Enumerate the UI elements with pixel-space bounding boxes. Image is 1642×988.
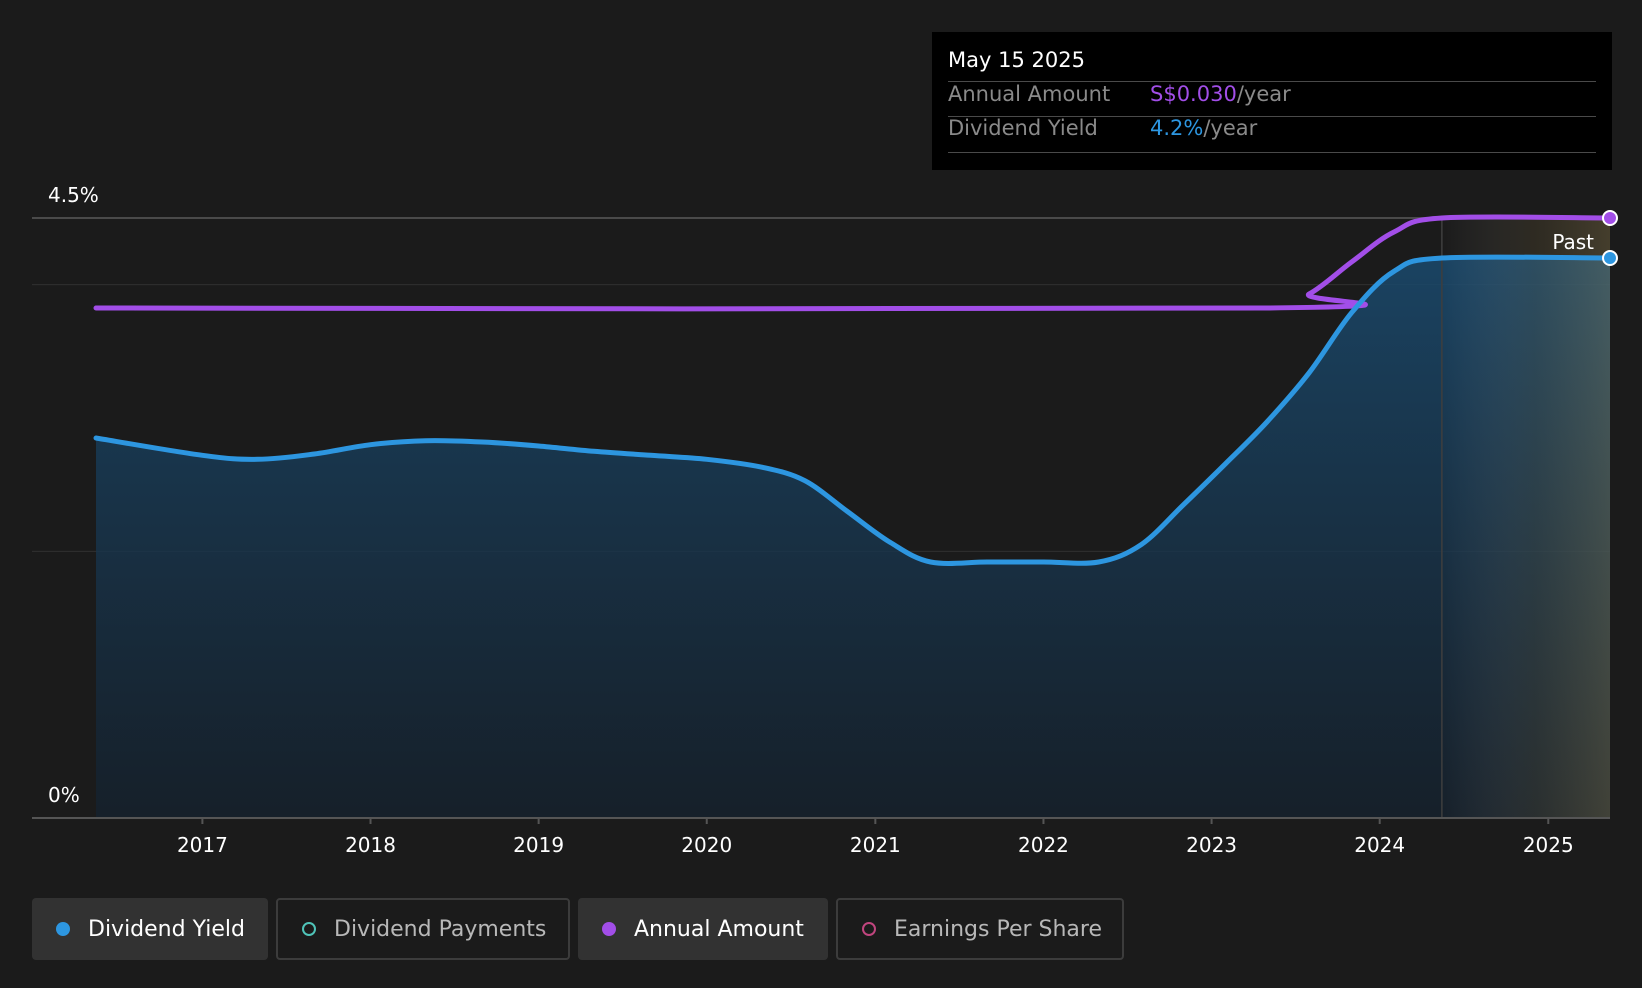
past-region-shade	[1441, 218, 1610, 818]
tooltip-date: May 15 2025	[948, 48, 1085, 72]
past-region: Past	[1441, 218, 1610, 818]
y-tick-label: 0%	[48, 783, 80, 807]
tooltip-value: 4.2%	[1150, 116, 1204, 140]
tooltip-row-dividend-yield: Dividend Yield 4.2%/year	[948, 116, 1596, 140]
dividend-yield-end-point	[1602, 250, 1618, 266]
tooltip-unit: /year	[1236, 82, 1291, 106]
x-tick-label: 2018	[345, 833, 396, 857]
legend-label: Earnings Per Share	[894, 916, 1103, 942]
legend-dot-icon	[302, 922, 316, 936]
dividend-yield-area	[96, 257, 1610, 818]
legend-dot-icon	[56, 922, 70, 936]
x-tick-label: 2017	[177, 833, 228, 857]
past-label: Past	[1552, 230, 1594, 254]
legend-earnings-per-share-button[interactable]: Earnings Per Share	[836, 898, 1124, 960]
tooltip-row-annual-amount: Annual Amount S$0.030/year	[948, 82, 1596, 106]
x-tick-label: 2020	[681, 833, 732, 857]
legend-label: Dividend Yield	[88, 916, 245, 942]
x-tick-label: 2022	[1018, 833, 1069, 857]
y-axis-labels: 4.5% 0%	[48, 183, 99, 807]
x-axis: 2017 2018 2019 2020 2021 2022 2023 2024 2025	[32, 817, 1610, 857]
legend-dividend-yield-button[interactable]: Dividend Yield	[32, 898, 268, 960]
yield-area	[96, 257, 1610, 818]
annual-amount-end-point	[1602, 210, 1618, 226]
legend-dot-icon	[862, 922, 876, 936]
tooltip-divider	[948, 152, 1596, 153]
legend-annual-amount-button[interactable]: Annual Amount	[578, 898, 828, 960]
x-tick-label: 2024	[1354, 833, 1405, 857]
x-tick-label: 2023	[1186, 833, 1237, 857]
tooltip-value: S$0.030	[1150, 82, 1237, 106]
tooltip-label: Annual Amount	[948, 82, 1111, 106]
legend-dividend-payments-button[interactable]: Dividend Payments	[276, 898, 570, 960]
x-tick-label: 2021	[850, 833, 901, 857]
legend-label: Annual Amount	[634, 916, 804, 942]
tooltip-unit: /year	[1203, 116, 1258, 140]
tooltip: May 15 2025 Annual Amount S$0.030/year Di…	[932, 32, 1612, 170]
y-tick-label: 4.5%	[48, 183, 99, 207]
legend-label: Dividend Payments	[334, 916, 547, 942]
legend-dot-icon	[602, 922, 616, 936]
x-tick-label: 2019	[513, 833, 564, 857]
x-tick-label: 2025	[1523, 833, 1574, 857]
tooltip-label: Dividend Yield	[948, 116, 1098, 140]
